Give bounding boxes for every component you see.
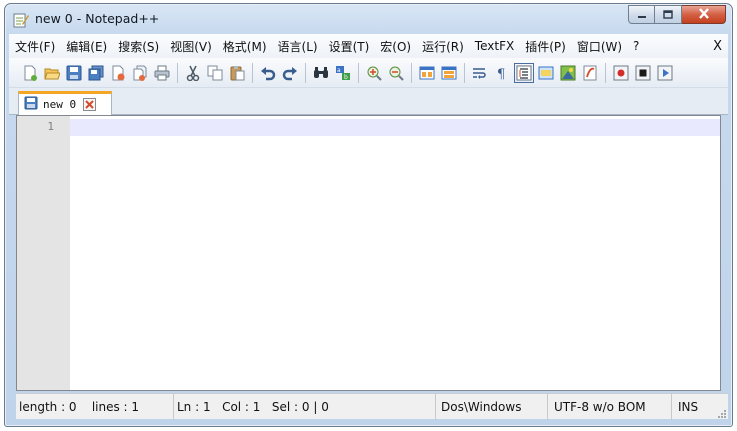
notepadpp-app-icon [13,12,29,28]
saved-document-icon [24,96,38,113]
menu-textfx[interactable]: TextFX [469,39,519,53]
copy-icon[interactable] [207,65,223,81]
menu-macro[interactable]: 宏(O) [374,38,416,55]
menu-view[interactable]: 视图(V) [164,38,217,55]
maximize-icon [663,8,673,22]
toolbar-separator [605,62,606,83]
sync-horizontal-icon[interactable] [441,65,457,81]
status-length-lines: length : 0 lines : 1 [16,394,174,420]
show-all-chars-icon[interactable]: ¶ [494,65,510,81]
menu-plugins[interactable]: 插件(P) [519,38,571,55]
cut-icon[interactable] [185,65,201,81]
new-file-icon[interactable] [22,65,38,81]
menu-language[interactable]: 语言(L) [272,38,323,55]
maximize-button[interactable] [655,5,682,24]
status-sel: Sel : 0 | 0 [271,400,329,414]
menu-run[interactable]: 运行(R) [416,38,469,55]
line-number-gutter: 1 [17,116,70,390]
sync-vertical-icon[interactable] [419,65,435,81]
tab-label: new 0 [43,98,77,111]
status-col: Col : 1 [222,400,261,414]
zoom-in-icon[interactable] [366,65,382,81]
status-ln: Ln : 1 [177,400,211,414]
menu-bar: 文件(F) 编辑(E) 搜索(S) 视图(V) 格式(M) 语言(L) 设置(T… [9,34,728,58]
line-number: 1 [47,120,54,133]
notepadpp-window: new 0 - Notepad++ 文件(F) 编辑(E) 搜索(S) 视图(V… [4,3,733,427]
undo-icon[interactable] [260,65,276,81]
redo-icon[interactable] [282,65,298,81]
indent-guide-icon[interactable] [514,62,534,83]
status-encoding: UTF-8 w/o BOM [548,394,672,420]
minimize-icon [637,8,647,22]
save-all-icon[interactable] [88,65,104,81]
status-insert-mode: INS [678,400,699,414]
zoom-out-icon[interactable] [388,65,404,81]
save-icon[interactable] [66,65,82,81]
word-wrap-icon[interactable] [472,65,488,81]
menu-help[interactable]: ? [627,39,644,53]
svg-text:b: b [344,74,348,81]
open-file-icon[interactable] [44,65,60,81]
status-length: length : 0 [19,400,77,414]
menu-format[interactable]: 格式(M) [217,38,272,55]
menu-search[interactable]: 搜索(S) [112,38,164,55]
close-icon[interactable] [110,65,126,81]
stop-macro-icon[interactable] [635,65,651,81]
close-window-icon [698,7,710,22]
menu-file[interactable]: 文件(F) [9,38,60,55]
close-window-button[interactable] [682,5,726,24]
find-icon[interactable] [313,65,329,81]
current-line-highlight [70,119,720,136]
toolbar-separator [252,62,253,83]
status-position: Ln : 1 Col : 1 Sel : 0 | 0 [174,394,436,420]
toolbar-separator [305,62,306,83]
menu-settings[interactable]: 设置(T) [323,38,375,55]
status-lines: lines : 1 [91,400,140,414]
record-macro-icon[interactable] [613,65,629,81]
toolbar: ab ¶ [9,58,728,88]
menu-edit[interactable]: 编辑(E) [60,38,112,55]
resize-grip-icon[interactable] [716,407,726,418]
print-icon[interactable] [154,65,170,81]
close-document-menu-button[interactable]: X [707,39,728,54]
status-eol-format: Dos\Windows [436,394,548,420]
status-bar: length : 0 lines : 1 Ln : 1 Col : 1 Sel … [16,393,728,420]
toolbar-separator [411,62,412,83]
title-bar[interactable]: new 0 - Notepad++ [5,4,732,34]
tab-close-icon[interactable] [83,98,97,111]
text-editor[interactable]: 1 [16,115,721,391]
menu-window[interactable]: 窗口(W) [571,38,627,55]
tab-new-0[interactable]: new 0 [18,91,112,115]
user-lang-icon[interactable] [538,65,554,81]
paste-icon[interactable] [229,65,245,81]
close-all-icon[interactable] [132,65,148,81]
replace-icon[interactable]: ab [335,65,351,81]
window-title: new 0 - Notepad++ [35,11,160,26]
toolbar-separator [177,62,178,83]
play-macro-icon[interactable] [657,65,673,81]
svg-text:¶: ¶ [497,67,505,81]
minimize-button[interactable] [628,5,655,24]
svg-text:a: a [337,67,341,74]
function-list-icon[interactable] [582,65,598,81]
doc-map-icon[interactable] [560,65,576,81]
toolbar-separator [358,62,359,83]
toolbar-separator [464,62,465,83]
document-tab-bar: new 0 [9,88,728,115]
